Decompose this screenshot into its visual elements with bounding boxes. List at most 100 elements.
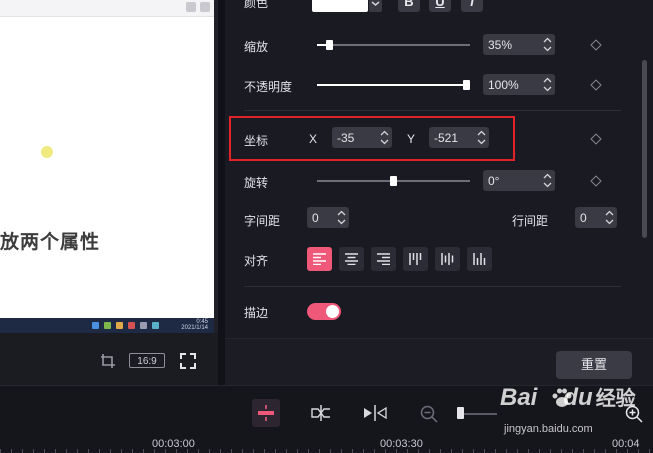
keyframe-diamond-icon[interactable] (590, 133, 602, 145)
underline-button[interactable]: U (429, 0, 451, 12)
video-frame[interactable]: 放两个属性 0:45 2021/1/14 (0, 0, 214, 333)
ruler-tick (539, 449, 540, 453)
clip-crop-icon[interactable] (310, 405, 332, 421)
ruler-tick (396, 449, 397, 453)
spin-arrows-icon[interactable] (337, 209, 346, 226)
zoom-slider[interactable] (457, 407, 497, 419)
ruler-tick (231, 449, 232, 453)
ruler-tick (462, 449, 463, 453)
align-left-button[interactable] (307, 247, 332, 271)
italic-button[interactable]: I (461, 0, 483, 12)
ruler-tick (11, 449, 12, 453)
color-swatch[interactable] (312, 0, 368, 12)
rotation-slider-thumb[interactable] (390, 176, 397, 186)
rotation-slider[interactable] (317, 176, 470, 186)
keyframe-diamond-icon[interactable] (590, 39, 602, 51)
align-right-button[interactable] (371, 247, 396, 271)
spin-arrows-icon[interactable] (543, 172, 552, 189)
ruler-tick (33, 449, 34, 453)
opacity-slider-thumb[interactable] (463, 80, 470, 90)
opacity-slider[interactable] (317, 80, 470, 90)
section-divider (244, 286, 621, 287)
panel-footer: 重置 (225, 338, 653, 386)
letter-spacing-value: 0 (312, 211, 319, 225)
rotation-value: 0° (488, 174, 500, 188)
scale-slider[interactable] (317, 40, 470, 50)
ruler-tick (198, 449, 199, 453)
split-icon (258, 405, 274, 421)
video-overlay-text[interactable]: 放两个属性 (0, 227, 100, 254)
panel-scrollbar[interactable] (637, 0, 653, 338)
fullscreen-icon[interactable] (180, 353, 196, 369)
opacity-label: 不透明度 (244, 80, 293, 94)
opacity-slider-fill (317, 84, 466, 86)
stroke-toggle[interactable] (307, 303, 341, 320)
split-button[interactable] (252, 399, 280, 427)
zoom-slider-thumb[interactable] (457, 407, 464, 419)
align-bottom-button[interactable] (467, 247, 492, 271)
bold-button[interactable]: B (398, 0, 420, 12)
ruler-tick (506, 449, 507, 453)
spin-arrows-icon[interactable] (543, 76, 552, 93)
align-left-icon (313, 253, 326, 265)
scale-slider-thumb[interactable] (326, 40, 333, 50)
keyframe-diamond-icon[interactable] (590, 79, 602, 91)
scale-value: 35% (488, 38, 513, 52)
letter-spacing-input[interactable]: 0 (307, 207, 349, 228)
ruler-tick (0, 449, 1, 453)
ruler-tick (627, 449, 628, 453)
scale-input[interactable]: 35% (483, 34, 555, 55)
spin-arrows-icon[interactable] (543, 36, 552, 53)
taskbar-app-icon (92, 322, 99, 329)
ruler-tick (418, 449, 419, 453)
reset-button[interactable]: 重置 (556, 351, 632, 379)
ruler-tick (319, 449, 320, 453)
rotation-input[interactable]: 0° (483, 170, 555, 191)
ruler-tick (187, 449, 188, 453)
align-center-button[interactable] (339, 247, 364, 271)
ruler-tick (220, 449, 221, 453)
ruler-tick (308, 449, 309, 453)
spin-arrows-icon[interactable] (605, 209, 614, 226)
ruler-tick (484, 449, 485, 453)
ruler-tick (154, 449, 155, 453)
align-top-icon (409, 253, 422, 265)
scale-label: 缩放 (244, 40, 269, 54)
windows-taskbar: 0:45 2021/1/14 (0, 318, 214, 333)
zoom-out-icon[interactable] (420, 405, 438, 423)
mirror-icon[interactable] (363, 405, 387, 421)
ruler-tick (286, 449, 287, 453)
align-right-icon (377, 253, 390, 265)
time-label: 00:03:30 (380, 438, 423, 450)
keyframe-diamond-icon[interactable] (590, 175, 602, 187)
line-spacing-label: 行间距 (512, 214, 549, 228)
ruler-tick (176, 449, 177, 453)
ruler-tick (66, 449, 67, 453)
align-bottom-icon (473, 253, 486, 265)
annotation-highlight-box (229, 116, 515, 161)
taskbar-app-icon (140, 322, 147, 329)
ruler-tick (638, 449, 639, 453)
line-spacing-input[interactable]: 0 (575, 207, 617, 228)
crop-icon[interactable] (100, 353, 116, 369)
color-dropdown[interactable] (369, 0, 382, 12)
align-middle-button[interactable] (435, 247, 460, 271)
watermark-url: jingyan.baidu.com (504, 423, 593, 435)
ruler-tick (616, 449, 617, 453)
align-top-button[interactable] (403, 247, 428, 271)
line-spacing-value: 0 (580, 211, 587, 225)
ruler-tick (99, 449, 100, 453)
ruler-tick (165, 449, 166, 453)
spacing-row: 字间距 0 行间距 0 (225, 207, 653, 231)
ruler-tick (605, 449, 606, 453)
align-label: 对齐 (244, 254, 269, 268)
ruler-tick (572, 449, 573, 453)
aspect-ratio-button[interactable]: 16:9 (129, 353, 165, 368)
ruler-tick (374, 449, 375, 453)
ruler-tick (275, 449, 276, 453)
ruler-tick (385, 449, 386, 453)
opacity-input[interactable]: 100% (483, 74, 555, 95)
panel-scroll-thumb[interactable] (642, 60, 647, 238)
menu-icon (200, 2, 210, 12)
properties-panel: 颜色 B U I 缩放 35% 不透明度 100% 坐标 X -35 Y -52… (225, 0, 653, 338)
